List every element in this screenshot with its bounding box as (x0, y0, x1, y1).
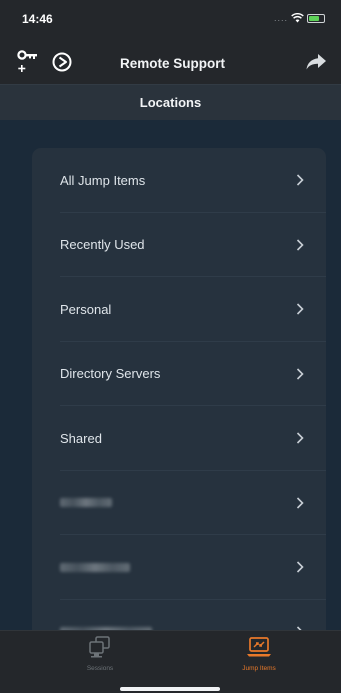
tab-label: Sessions (86, 665, 114, 672)
location-row-all-jump-items[interactable]: All Jump Items (32, 148, 326, 213)
location-row-redacted[interactable] (32, 600, 326, 630)
location-label: Directory Servers (60, 366, 161, 382)
locations-header: Locations (0, 84, 341, 120)
status-time: 14:46 (22, 12, 53, 26)
content-area[interactable]: All Jump Items Recently Used Personal Di… (0, 120, 341, 630)
sessions-icon (89, 636, 110, 658)
location-label: Recently Used (60, 237, 145, 253)
location-row-recently-used[interactable]: Recently Used (32, 213, 326, 278)
tab-bar: Sessions Jump Items (0, 630, 341, 693)
location-label: Shared (60, 430, 102, 446)
battery-icon (307, 13, 325, 23)
tab-label: Jump Items (242, 665, 276, 672)
nav-title: Remote Support (120, 56, 226, 71)
location-label: All Jump Items (60, 172, 146, 188)
remote-session-icon[interactable] (50, 50, 74, 74)
key-add-icon[interactable] (16, 46, 40, 76)
chevron-right-icon (296, 303, 304, 315)
home-indicator (120, 687, 220, 691)
chevron-right-icon (296, 497, 304, 509)
jump-items-icon (247, 637, 271, 657)
status-bar: 14:46 .... (0, 0, 341, 36)
chevron-right-icon (296, 432, 304, 444)
wifi-icon (291, 13, 304, 23)
location-row-directory-servers[interactable]: Directory Servers (32, 342, 326, 407)
redacted-label (60, 562, 130, 572)
chevron-right-icon (296, 174, 304, 186)
chevron-right-icon (296, 561, 304, 573)
chevron-right-icon (296, 368, 304, 380)
chevron-right-icon (296, 239, 304, 251)
tab-sessions[interactable]: Sessions (50, 635, 150, 675)
signal-dots: .... (273, 13, 288, 23)
share-arrow-icon[interactable] (305, 52, 327, 72)
status-icons: .... (274, 13, 325, 23)
nav-bar: Remote Support (0, 36, 341, 84)
tab-jump-items[interactable]: Jump Items (209, 635, 309, 675)
location-row-shared[interactable]: Shared (32, 406, 326, 471)
location-row-redacted[interactable] (32, 471, 326, 536)
location-row-redacted[interactable] (32, 535, 326, 600)
redacted-label (60, 498, 112, 508)
location-row-personal[interactable]: Personal (32, 277, 326, 342)
location-label: Personal (60, 301, 112, 317)
locations-list: All Jump Items Recently Used Personal Di… (32, 148, 326, 630)
page-title: Locations (139, 95, 202, 110)
